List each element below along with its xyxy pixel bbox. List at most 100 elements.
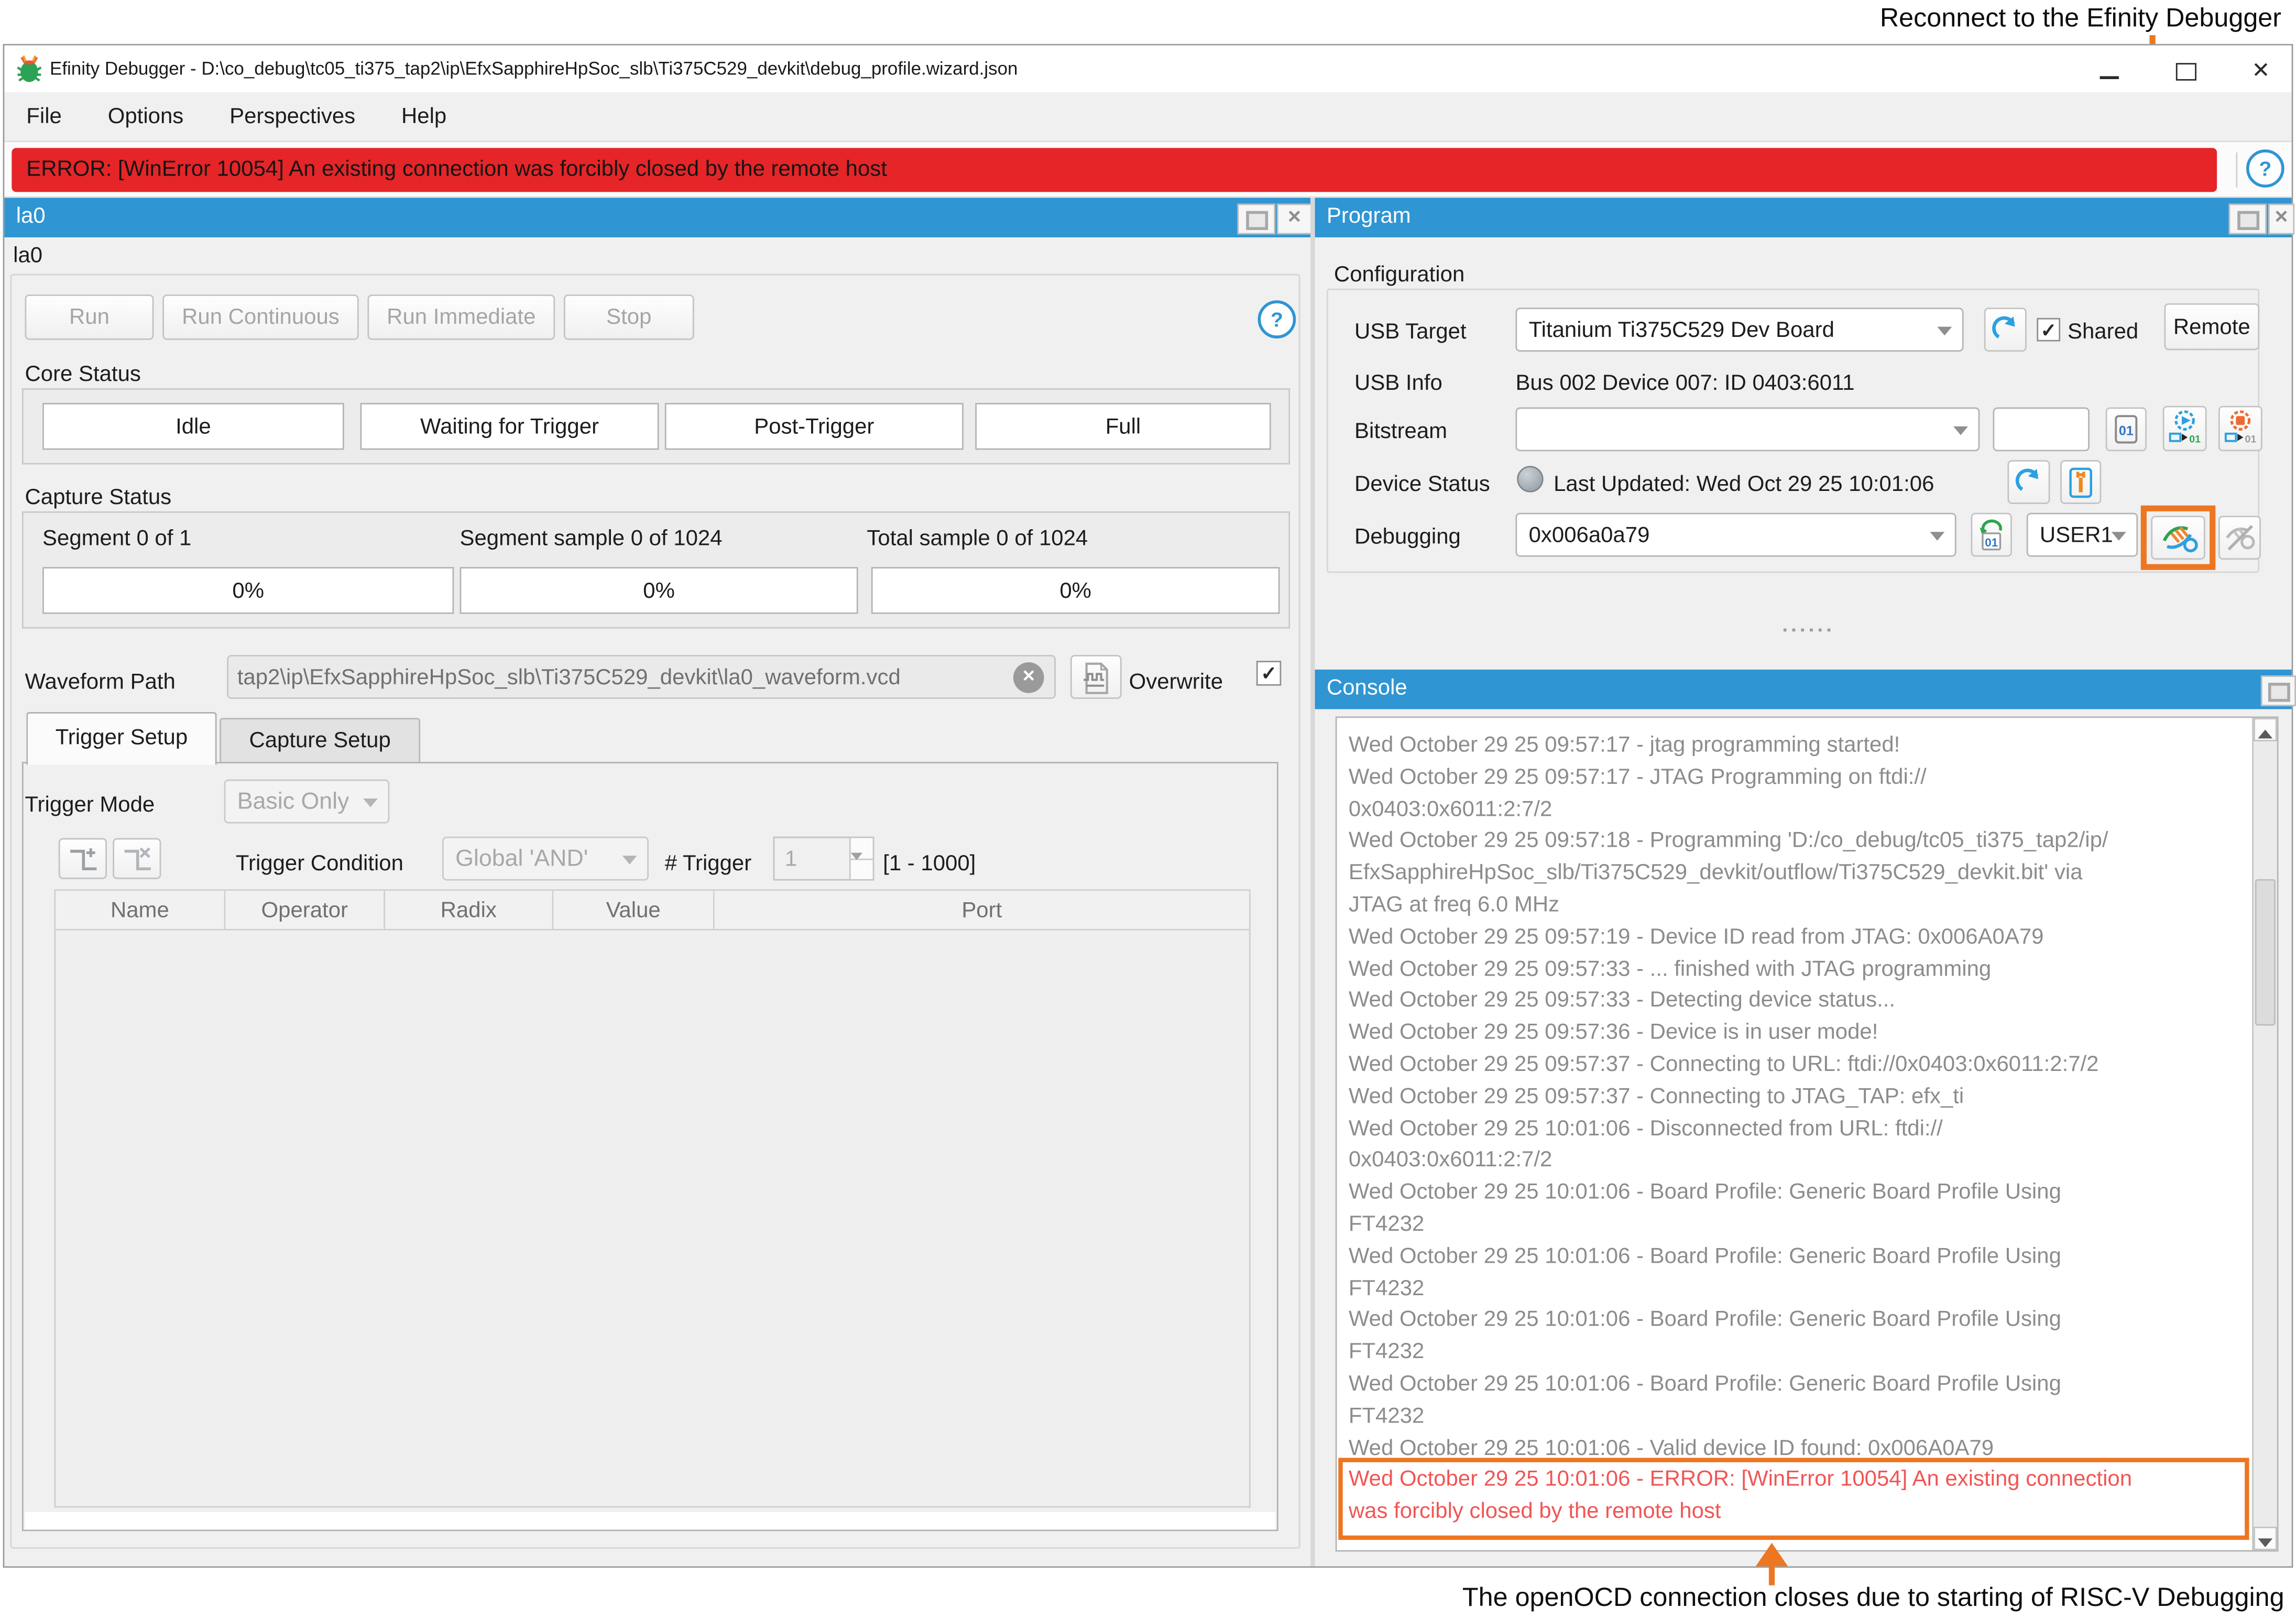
bitstream-offset-field[interactable] [1993,407,2090,451]
trigger-condition-label: Trigger Condition [236,851,403,877]
shared-checkbox[interactable]: ✓ [2037,318,2060,342]
la0-float-button[interactable] [1237,204,1275,235]
error-banner: ERROR: [WinError 10054] An existing conn… [12,148,2217,192]
device-status-led [1517,466,1543,492]
menu-perspectives[interactable]: Perspectives [221,92,364,142]
segment-progressbar: 0% [42,567,454,614]
trigger-table-header: Name Operator Radix Value Port [54,889,1250,930]
console-log-line: Wed October 29 25 09:57:33 - ... finishe… [1349,953,2227,985]
core-status-label: Core Status [25,362,141,387]
maximize-button[interactable] [2166,60,2206,86]
console-scrollbar[interactable] [2252,718,2277,1550]
delete-trigger-button[interactable] [113,838,161,879]
run-continuous-button[interactable]: Run Continuous [162,294,358,340]
program-stop-button[interactable]: 01 [2218,406,2262,452]
console-error-highlight-box [1338,1458,2249,1540]
disconnect-debugger-button[interactable] [2218,516,2261,560]
overwrite-label: Overwrite [1129,670,1223,695]
console-log-line: Wed October 29 25 10:01:06 - Board Profi… [1349,1241,2227,1273]
stop-button[interactable]: Stop [564,294,694,340]
console-float-button[interactable] [2261,675,2296,706]
trigger-count-label: # Trigger [665,851,751,877]
chevron-down-icon [622,856,637,865]
banner-help-icon[interactable]: ? [2246,149,2284,188]
usb-target-dropdown[interactable]: Titanium Ti375C529 Dev Board [1515,308,1963,352]
col-radix: Radix [385,891,553,929]
panel-splitter-horizontal[interactable] [1784,629,1842,635]
chevron-down-icon [2112,532,2126,541]
device-status-refresh-button[interactable] [2007,460,2050,504]
console-log-line: 0x0403:0x6011:2:7/2 [1349,794,2227,826]
bitstream-dropdown[interactable] [1515,407,1980,451]
minimize-button[interactable] [2088,60,2129,86]
console-log-line: Wed October 29 25 09:57:37 - Connecting … [1349,1081,2227,1113]
trigger-count-value: 1 [785,847,797,872]
core-state-waiting: Waiting for Trigger [360,403,659,450]
trigger-condition-dropdown[interactable]: Global 'AND' [442,837,649,881]
program-stop-icon: 01 [2223,409,2258,447]
panel-splitter-vertical[interactable] [1310,198,1315,1567]
program-close-button[interactable]: ✕ [2268,204,2294,235]
core-state-full: Full [975,403,1271,450]
scrollbar-thumb[interactable] [2255,879,2276,1026]
tab-capture-setup[interactable]: Capture Setup [220,718,420,763]
usb-info-label: USB Info [1354,370,1442,396]
main-window: Efinity Debugger - D:\co_debug\tc05_ti37… [3,44,2293,1568]
usb-refresh-button[interactable] [1984,308,2027,352]
waveform-viewer-button[interactable] [1070,655,1122,699]
trigger-add-icon [65,843,100,875]
console-log-line: EfxSapphireHpSoc_slb/Ti375C529_devkit/ou… [1349,857,2227,889]
tab-trigger-setup[interactable]: Trigger Setup [26,712,216,765]
console-log-line: FT4232 [1349,1273,2227,1305]
la0-help-icon[interactable]: ? [1258,300,1296,338]
scroll-up-icon[interactable] [2254,718,2277,741]
overwrite-checkbox[interactable]: ✓ [1256,661,1282,686]
col-operator: Operator [225,891,385,929]
la0-panel-header: la0 ✕ [4,198,1310,238]
console-log-line: Wed October 29 25 09:57:18 - Programming… [1349,825,2227,857]
trigger-mode-dropdown[interactable]: Basic Only [224,780,390,824]
add-trigger-button[interactable] [59,838,107,879]
console-log-line: 0x0403:0x6011:2:7/2 [1349,1145,2227,1177]
trigger-condition-value: Global 'AND' [455,847,588,873]
disconnect-debugger-icon [2222,520,2257,555]
spinner-down-icon[interactable] [849,860,873,879]
console-log-line: Wed October 29 25 10:01:06 - Disconnecte… [1349,1113,2227,1145]
reload-01-icon: 01 [1975,517,2007,552]
trigger-delete-icon [119,843,155,875]
menu-help[interactable]: Help [392,92,455,142]
menu-options[interactable]: Options [99,92,192,142]
binary-mode-button[interactable]: 01 [2106,407,2147,451]
la0-panel: la0 ✕ la0 Run Run Continuous Run Immedia… [4,198,1310,1567]
menu-file[interactable]: File [18,92,71,142]
app-bug-icon [16,54,42,83]
clear-path-icon[interactable]: ✕ [1013,662,1044,693]
console-log-line: Wed October 29 25 09:57:17 - JTAG Progra… [1349,762,2227,794]
console-log-line: Wed October 29 25 09:57:36 - Device is i… [1349,1017,2227,1049]
trigger-count-spinner[interactable]: 1 [773,837,874,881]
annotation-openocd: The openOCD connection closes due to sta… [1025,1582,2284,1613]
la0-close-button[interactable]: ✕ [1277,204,1312,235]
col-value: Value [553,891,714,929]
program-run-button[interactable]: 01 [2163,406,2207,452]
debug-tap-dropdown[interactable]: USER1 [2027,513,2138,557]
device-config-button[interactable] [2060,460,2101,504]
run-button[interactable]: Run [25,294,154,340]
run-immediate-button[interactable]: Run Immediate [367,294,555,340]
shared-label: Shared [2068,320,2138,345]
console-log-line: FT4232 [1349,1209,2227,1241]
error-banner-strip: ERROR: [WinError 10054] An existing conn… [4,142,2291,198]
console-log-line: Wed October 29 25 10:01:06 - Board Profi… [1349,1369,2227,1401]
chevron-down-icon [1930,532,1944,541]
waveform-path-input[interactable]: tap2\ip\EfxSapphireHpSoc_slb\Ti375C529_d… [227,655,1056,699]
debugging-dropdown[interactable]: 0x006a0a79 [1515,513,1956,557]
scroll-down-icon[interactable] [2254,1527,2277,1550]
device-status-label: Device Status [1354,472,1490,497]
close-button[interactable]: ✕ [2240,57,2281,83]
remote-button[interactable]: Remote [2164,303,2259,350]
program-float-button[interactable] [2228,204,2267,235]
console-log-line: Wed October 29 25 09:57:17 - jtag progra… [1349,730,2227,762]
program-run-icon: 01 [2167,409,2202,447]
table-hscrollbar[interactable] [25,1512,1276,1530]
reload-device-id-button[interactable]: 01 [1971,513,2012,557]
